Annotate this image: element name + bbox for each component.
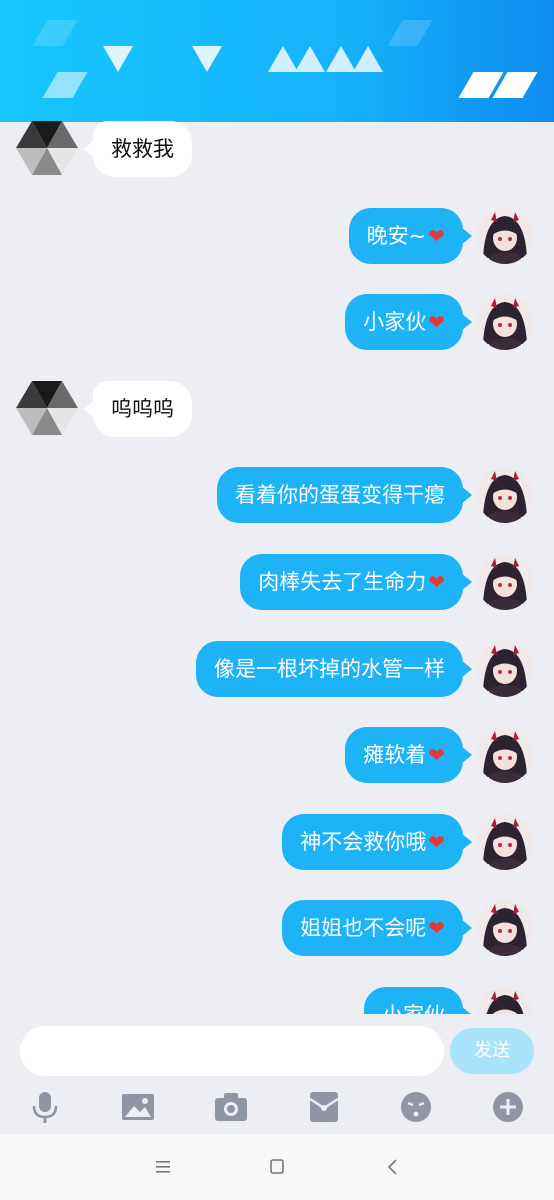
message-text: 晚安~ bbox=[366, 223, 427, 248]
header-decoration bbox=[32, 20, 78, 46]
sent-message-bubble[interactable]: 小家伙 bbox=[364, 987, 472, 1014]
message-text: 救救我 bbox=[111, 137, 174, 161]
user-avatar[interactable] bbox=[477, 467, 533, 524]
message-text: 肉棒失去了生命力 bbox=[258, 570, 427, 594]
header-decoration bbox=[103, 46, 133, 72]
red-packet-icon[interactable] bbox=[306, 1090, 342, 1124]
sent-message-bubble[interactable]: 看着你的蛋蛋变得干瘪 bbox=[217, 467, 472, 524]
sent-message-bubble[interactable]: 像是一根坏掉的水管一样 bbox=[196, 640, 472, 697]
input-bar: 发送 bbox=[0, 1014, 554, 1134]
message-row: 像是一根坏掉的水管一样 bbox=[0, 638, 554, 698]
message-text: 神不会救你哦 bbox=[300, 829, 427, 854]
emoji-icon[interactable] bbox=[398, 1090, 434, 1124]
contact-avatar[interactable] bbox=[16, 380, 78, 435]
header-decoration bbox=[295, 46, 325, 72]
received-message-bubble[interactable]: 救救我 bbox=[84, 121, 192, 177]
message-row: 晚安~ ❤ bbox=[0, 205, 554, 265]
sent-message-bubble[interactable]: 肉棒失去了生命力 ❤ bbox=[240, 554, 472, 610]
message-row: 瘫软着 ❤ bbox=[0, 724, 554, 784]
message-list[interactable]: 救救我 晚安~ ❤ 小家伙 ❤ 呜呜呜 看着你的蛋蛋变得干瘪 肉棒失去了生命力 ❤ 像是一根坏掉的… bbox=[0, 114, 554, 1014]
sent-message-bubble[interactable]: 姐姐也不会呢 ❤ bbox=[282, 900, 472, 957]
send-button[interactable]: 发送 bbox=[450, 1028, 534, 1074]
message-text: 呜呜呜 bbox=[111, 396, 174, 421]
sent-message-bubble[interactable]: 晚安~ ❤ bbox=[348, 207, 473, 264]
message-row: 呜呜呜 bbox=[0, 378, 554, 438]
message-text: 小家伙 bbox=[382, 1003, 445, 1014]
header-decoration bbox=[387, 20, 433, 46]
user-avatar[interactable] bbox=[477, 987, 533, 1014]
sent-message-bubble[interactable]: 神不会救你哦 ❤ bbox=[282, 813, 472, 870]
message-row: 救救我 bbox=[0, 118, 554, 178]
user-avatar[interactable] bbox=[477, 900, 533, 957]
image-icon[interactable] bbox=[120, 1090, 156, 1124]
message-row: 肉棒失去了生命力 ❤ bbox=[0, 551, 554, 611]
mic-icon[interactable] bbox=[27, 1090, 63, 1124]
header-decoration bbox=[42, 72, 88, 98]
message-text: 看着你的蛋蛋变得干瘪 bbox=[235, 483, 445, 508]
camera-icon[interactable] bbox=[213, 1090, 249, 1124]
sent-message-bubble[interactable]: 瘫软着 ❤ bbox=[345, 727, 472, 784]
message-text: 像是一根坏掉的水管一样 bbox=[214, 656, 445, 681]
user-avatar[interactable] bbox=[477, 554, 533, 610]
message-text: 瘫软着 bbox=[363, 743, 427, 768]
message-row: 神不会救你哦 ❤ bbox=[0, 811, 554, 871]
user-avatar[interactable] bbox=[477, 727, 533, 784]
sent-message-bubble[interactable]: 小家伙 ❤ bbox=[345, 294, 472, 351]
message-input[interactable] bbox=[20, 1026, 444, 1076]
message-text: 姐姐也不会呢 bbox=[300, 916, 427, 941]
heart-icon: ❤ bbox=[428, 310, 445, 335]
header-decoration bbox=[268, 46, 298, 72]
received-message-bubble[interactable]: 呜呜呜 bbox=[84, 380, 192, 437]
user-avatar[interactable] bbox=[477, 294, 533, 351]
message-row: 看着你的蛋蛋变得干瘪 bbox=[0, 464, 554, 524]
heart-icon: ❤ bbox=[428, 743, 445, 768]
back-icon[interactable] bbox=[378, 1154, 408, 1180]
user-avatar[interactable] bbox=[477, 640, 533, 697]
message-text: 小家伙 bbox=[363, 310, 427, 335]
system-navigation-bar bbox=[0, 1134, 554, 1200]
heart-icon: ❤ bbox=[428, 570, 445, 594]
message-row: 姐姐也不会呢 ❤ bbox=[0, 897, 554, 957]
menu-icon[interactable] bbox=[148, 1154, 178, 1180]
user-avatar[interactable] bbox=[477, 207, 533, 264]
contact-avatar[interactable] bbox=[16, 121, 78, 175]
user-avatar[interactable] bbox=[477, 813, 533, 870]
heart-icon: ❤ bbox=[428, 829, 445, 854]
home-icon[interactable] bbox=[262, 1154, 292, 1180]
message-row: 小家伙 ❤ bbox=[0, 291, 554, 351]
header-decoration bbox=[192, 46, 222, 72]
heart-icon: ❤ bbox=[428, 223, 445, 248]
chat-header bbox=[0, 0, 554, 122]
message-row: 小家伙 bbox=[0, 984, 554, 1014]
header-decoration bbox=[353, 46, 383, 72]
heart-icon: ❤ bbox=[428, 916, 445, 941]
header-decoration bbox=[326, 46, 356, 72]
plus-icon[interactable] bbox=[490, 1090, 526, 1124]
